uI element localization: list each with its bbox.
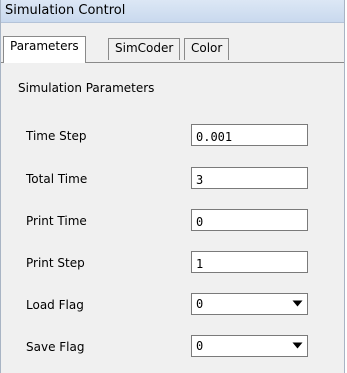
print-step-label: Print Step bbox=[26, 256, 85, 270]
time-step-field[interactable] bbox=[191, 124, 308, 146]
tab-strip: Parameters SimCoder Color bbox=[1, 23, 344, 63]
chevron-down-icon[interactable] bbox=[289, 295, 306, 313]
tab-simcoder[interactable]: SimCoder bbox=[108, 38, 181, 60]
total-time-field[interactable] bbox=[191, 167, 308, 189]
save-flag-value: 0 bbox=[196, 339, 204, 353]
load-flag-select[interactable]: 0 bbox=[191, 293, 308, 315]
tab-color[interactable]: Color bbox=[184, 38, 230, 60]
parameters-panel: Simulation Parameters Time Step Total Ti… bbox=[1, 63, 344, 373]
tab-parameters[interactable]: Parameters bbox=[3, 36, 86, 63]
save-flag-select[interactable]: 0 bbox=[191, 335, 308, 357]
time-step-label: Time Step bbox=[26, 129, 87, 143]
total-time-label: Total Time bbox=[26, 172, 88, 186]
print-time-field[interactable] bbox=[191, 209, 308, 231]
print-time-label: Print Time bbox=[26, 214, 87, 228]
section-title: Simulation Parameters bbox=[18, 81, 155, 95]
window-title: Simulation Control bbox=[5, 3, 126, 18]
load-flag-label: Load Flag bbox=[26, 298, 84, 312]
save-flag-label: Save Flag bbox=[26, 340, 85, 354]
title-bar: Simulation Control bbox=[1, 0, 344, 23]
print-step-field[interactable] bbox=[191, 251, 308, 273]
simulation-control-window: Simulation Control Parameters SimCoder C… bbox=[0, 0, 345, 373]
load-flag-value: 0 bbox=[196, 297, 204, 311]
chevron-down-icon[interactable] bbox=[289, 337, 306, 355]
